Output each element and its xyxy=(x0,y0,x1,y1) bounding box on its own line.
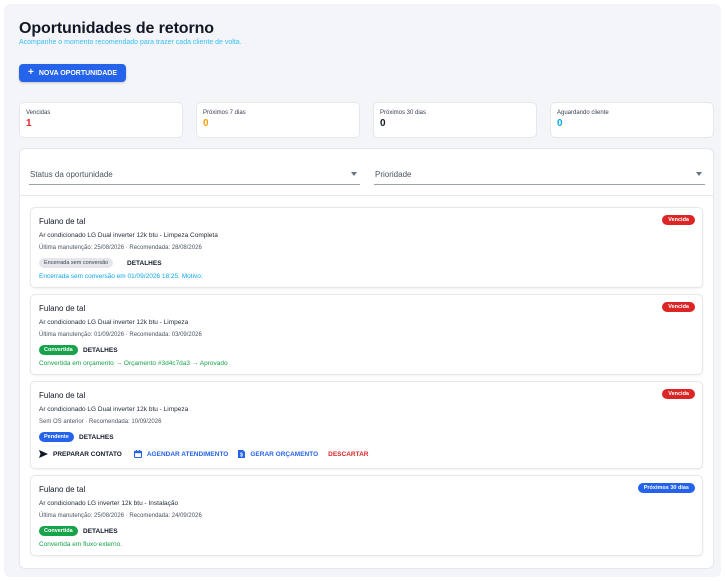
prepare-contact-label: PREPARAR CONTATO xyxy=(53,450,122,458)
details-button[interactable]: DETALHES xyxy=(83,526,118,536)
status-badge: Vencida xyxy=(662,215,695,225)
stat-card-next-7-days: Próximos 7 dias 0 xyxy=(196,102,360,138)
maintenance-dates: Sem OS anterior · Recomendada: 10/09/202… xyxy=(39,419,162,425)
stat-value: 1 xyxy=(26,118,32,129)
maintenance-dates: Última manutenção: 01/09/2026 · Recomend… xyxy=(39,332,202,338)
client-name: Fulano de tal xyxy=(39,217,86,226)
stat-label: Próximos 7 dias xyxy=(203,110,246,116)
status-select[interactable]: Status da oportunidade xyxy=(29,164,360,185)
opportunities-panel: Status da oportunidade Prioridade Fulano… xyxy=(19,148,714,569)
client-name: Fulano de tal xyxy=(39,304,86,313)
page-title: Oportunidades de retorno xyxy=(19,20,214,37)
page-subtitle: Acompanhe o momento recomendado para tra… xyxy=(19,39,242,46)
priority-select-placeholder: Prioridade xyxy=(375,169,412,179)
conversion-chip: Convertida xyxy=(39,526,78,536)
status-badge: Vencida xyxy=(662,302,695,312)
opportunity-card: Fulano de tal Vencida Ar condicionado LG… xyxy=(30,207,703,288)
client-name: Fulano de tal xyxy=(39,485,86,494)
calendar-icon xyxy=(133,450,142,458)
card-note: Convertida em fluxo externo. xyxy=(39,541,123,548)
generate-quote-label: GERAR ORÇAMENTO xyxy=(250,450,319,458)
svg-text:$: $ xyxy=(240,453,243,459)
chevron-down-icon xyxy=(696,172,702,176)
filters-row: Status da oportunidade Prioridade xyxy=(29,164,705,185)
card-actions: PREPARAR CONTATO AGENDAR ATENDIMENTO $ G… xyxy=(39,450,368,458)
stat-card-next-30-days: Próximos 30 dias 0 xyxy=(373,102,537,138)
stat-label: Aguardando cliente xyxy=(557,110,609,116)
equipment-description: Ar condicionado LG Dual inverter 12k btu… xyxy=(39,232,218,239)
stat-value: 0 xyxy=(380,118,386,129)
send-icon xyxy=(39,450,48,458)
plus-icon: + xyxy=(28,67,34,78)
status-badge: Vencida xyxy=(662,389,695,399)
priority-select[interactable]: Prioridade xyxy=(374,164,705,185)
stat-value: 0 xyxy=(203,118,209,129)
details-button[interactable]: DETALHES xyxy=(79,432,114,442)
divider xyxy=(20,195,713,196)
stat-card-awaiting-client: Aguardando cliente 0 xyxy=(550,102,714,138)
stat-card-overdue: Vencidas 1 xyxy=(19,102,183,138)
chevron-down-icon xyxy=(351,172,357,176)
conversion-chip: Pendente xyxy=(39,432,74,442)
schedule-service-label: AGENDAR ATENDIMENTO xyxy=(146,450,229,458)
status-select-placeholder: Status da oportunidade xyxy=(30,169,113,179)
card-note: Encerrada sem conversão em 01/09/2026 18… xyxy=(39,273,203,280)
opportunity-card: Fulano de tal Vencida Ar condicionado LG… xyxy=(30,381,703,469)
details-button[interactable]: DETALHES xyxy=(83,345,118,355)
page: Oportunidades de retorno Acompanhe o mom… xyxy=(4,4,721,577)
discard-label: DESCARTAR xyxy=(328,450,369,458)
generate-quote-button[interactable]: $ GERAR ORÇAMENTO xyxy=(238,450,318,458)
stat-label: Próximos 30 dias xyxy=(380,110,427,116)
opportunity-card: Fulano de tal Vencida Ar condicionado LG… xyxy=(30,294,703,375)
stat-label: Vencidas xyxy=(26,110,51,116)
new-opportunity-label: NOVA OPORTUNIDADE xyxy=(38,69,118,77)
dollar-document-icon: $ xyxy=(238,450,246,459)
new-opportunity-button[interactable]: + NOVA OPORTUNIDADE xyxy=(19,64,127,82)
opportunity-card: Fulano de tal Próximos 30 dias Ar condic… xyxy=(30,475,703,556)
card-note: Convertida em orçamento → Orçamento #3d4… xyxy=(39,360,228,367)
discard-button[interactable]: DESCARTAR xyxy=(328,451,368,458)
equipment-description: Ar condicionado LG inverter 12k btu - In… xyxy=(39,500,179,507)
schedule-service-button[interactable]: AGENDAR ATENDIMENTO xyxy=(133,450,229,458)
stats-row: Vencidas 1 Próximos 7 dias 0 Próximos 30… xyxy=(19,102,714,138)
client-name: Fulano de tal xyxy=(39,391,86,400)
conversion-chip: Convertida xyxy=(39,345,78,355)
conversion-chip: Encerrada sem conversão xyxy=(39,258,114,268)
equipment-description: Ar condicionado LG Dual inverter 12k btu… xyxy=(39,319,189,326)
status-badge: Próximos 30 dias xyxy=(637,483,695,493)
stat-value: 0 xyxy=(557,118,563,129)
maintenance-dates: Última manutenção: 25/08/2026 · Recomend… xyxy=(39,245,202,251)
details-button[interactable]: DETALHES xyxy=(127,258,162,268)
prepare-contact-button[interactable]: PREPARAR CONTATO xyxy=(39,450,122,458)
maintenance-dates: Última manutenção: 25/08/2026 · Recomend… xyxy=(39,513,202,519)
equipment-description: Ar condicionado LG Dual inverter 12k btu… xyxy=(39,406,189,413)
